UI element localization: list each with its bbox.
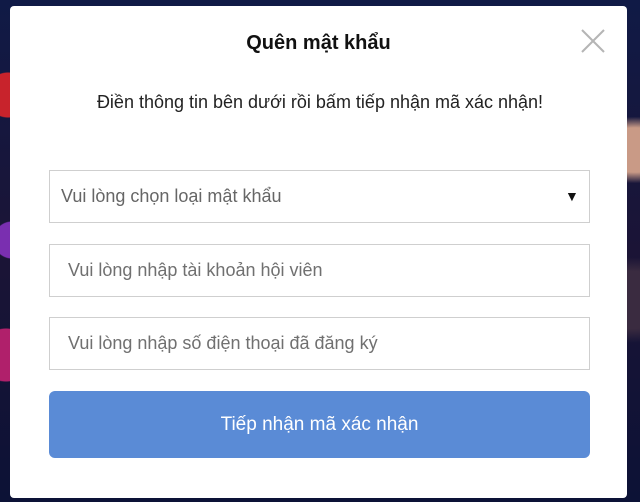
close-icon — [581, 29, 605, 53]
caret-down-icon: ▼ — [565, 188, 579, 204]
phone-input[interactable] — [68, 318, 589, 369]
password-type-select[interactable]: Vui lòng chọn loại mật khẩu ▼ — [49, 170, 590, 223]
instruction-text: Điền thông tin bên dưới rồi bấm tiếp nhậ… — [96, 92, 544, 112]
phone-field-wrapper — [49, 317, 590, 370]
account-input[interactable] — [68, 245, 589, 296]
get-code-button[interactable]: Tiếp nhận mã xác nhận — [49, 391, 590, 458]
close-button[interactable] — [580, 28, 606, 54]
account-field-wrapper — [49, 244, 590, 297]
password-type-selected: Vui lòng chọn loại mật khẩu — [61, 186, 282, 206]
forgot-password-modal: Quên mật khẩu Điền thông tin bên dưới rồ… — [10, 6, 627, 498]
modal-title: Quên mật khẩu — [246, 32, 391, 54]
